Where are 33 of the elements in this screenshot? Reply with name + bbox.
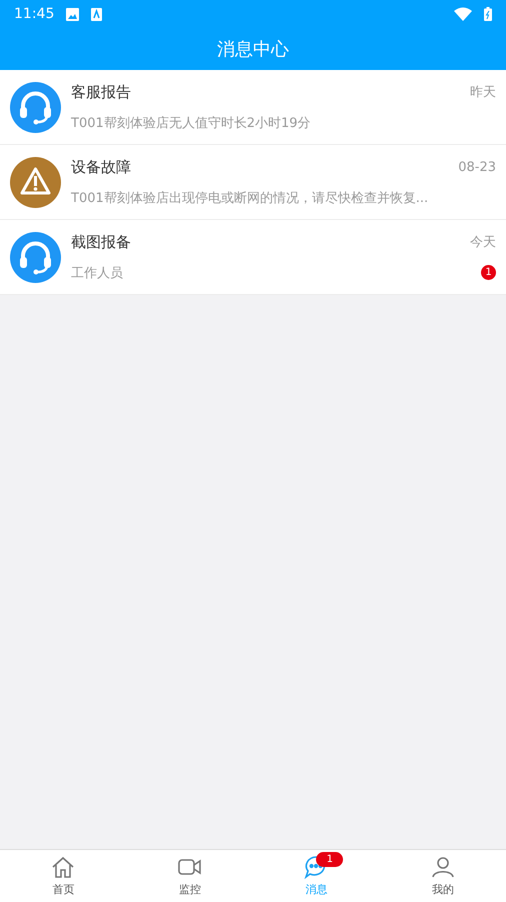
tab-item[interactable]: 消息 1 — [253, 850, 380, 902]
app-icon — [91, 8, 102, 20]
image-icon — [66, 8, 80, 20]
headset-icon — [10, 82, 61, 132]
message-preview: T001帮刻体验店无人值守时长2小时19分 — [71, 114, 311, 132]
unread-badge: 1 — [316, 852, 344, 867]
message-time: 昨天 — [470, 84, 496, 101]
battery-icon — [484, 7, 492, 21]
headset-icon — [10, 232, 61, 282]
person-icon — [430, 855, 456, 879]
tab-item[interactable]: 首页 — [0, 850, 126, 902]
message-item[interactable]: 设备故障 08-23 T001帮刻体验店出现停电或断网的情况，请尽快检查并恢复... — [0, 145, 506, 220]
message-time: 今天 — [470, 234, 496, 251]
home-icon — [50, 855, 76, 879]
tab-label: 首页 — [52, 882, 74, 897]
tab-item[interactable]: 我的 — [380, 850, 506, 902]
message-item[interactable]: 截图报备 今天 工作人员 1 — [0, 220, 506, 295]
message-title: 设备故障 — [71, 158, 131, 176]
message-preview: T001帮刻体验店出现停电或断网的情况，请尽快检查并恢复... — [71, 190, 428, 206]
message-time: 08-23 — [458, 160, 496, 174]
message-title: 客服报告 — [71, 82, 131, 102]
message-preview: 工作人员 — [71, 264, 123, 282]
message-item[interactable]: 客服报告 昨天 T001帮刻体验店无人值守时长2小时19分 — [0, 70, 506, 145]
unread-badge: 1 — [481, 265, 496, 280]
status-time: 11:45 — [14, 6, 54, 22]
tab-label: 我的 — [432, 882, 454, 897]
tab-item[interactable]: 监控 — [126, 850, 253, 902]
tab-label: 消息 — [305, 882, 328, 897]
tab-label: 监控 — [178, 882, 201, 897]
warning-icon — [10, 156, 61, 208]
page-title: 消息中心 — [217, 38, 289, 61]
message-title: 截图报备 — [71, 232, 131, 252]
wifi-icon — [454, 7, 472, 21]
